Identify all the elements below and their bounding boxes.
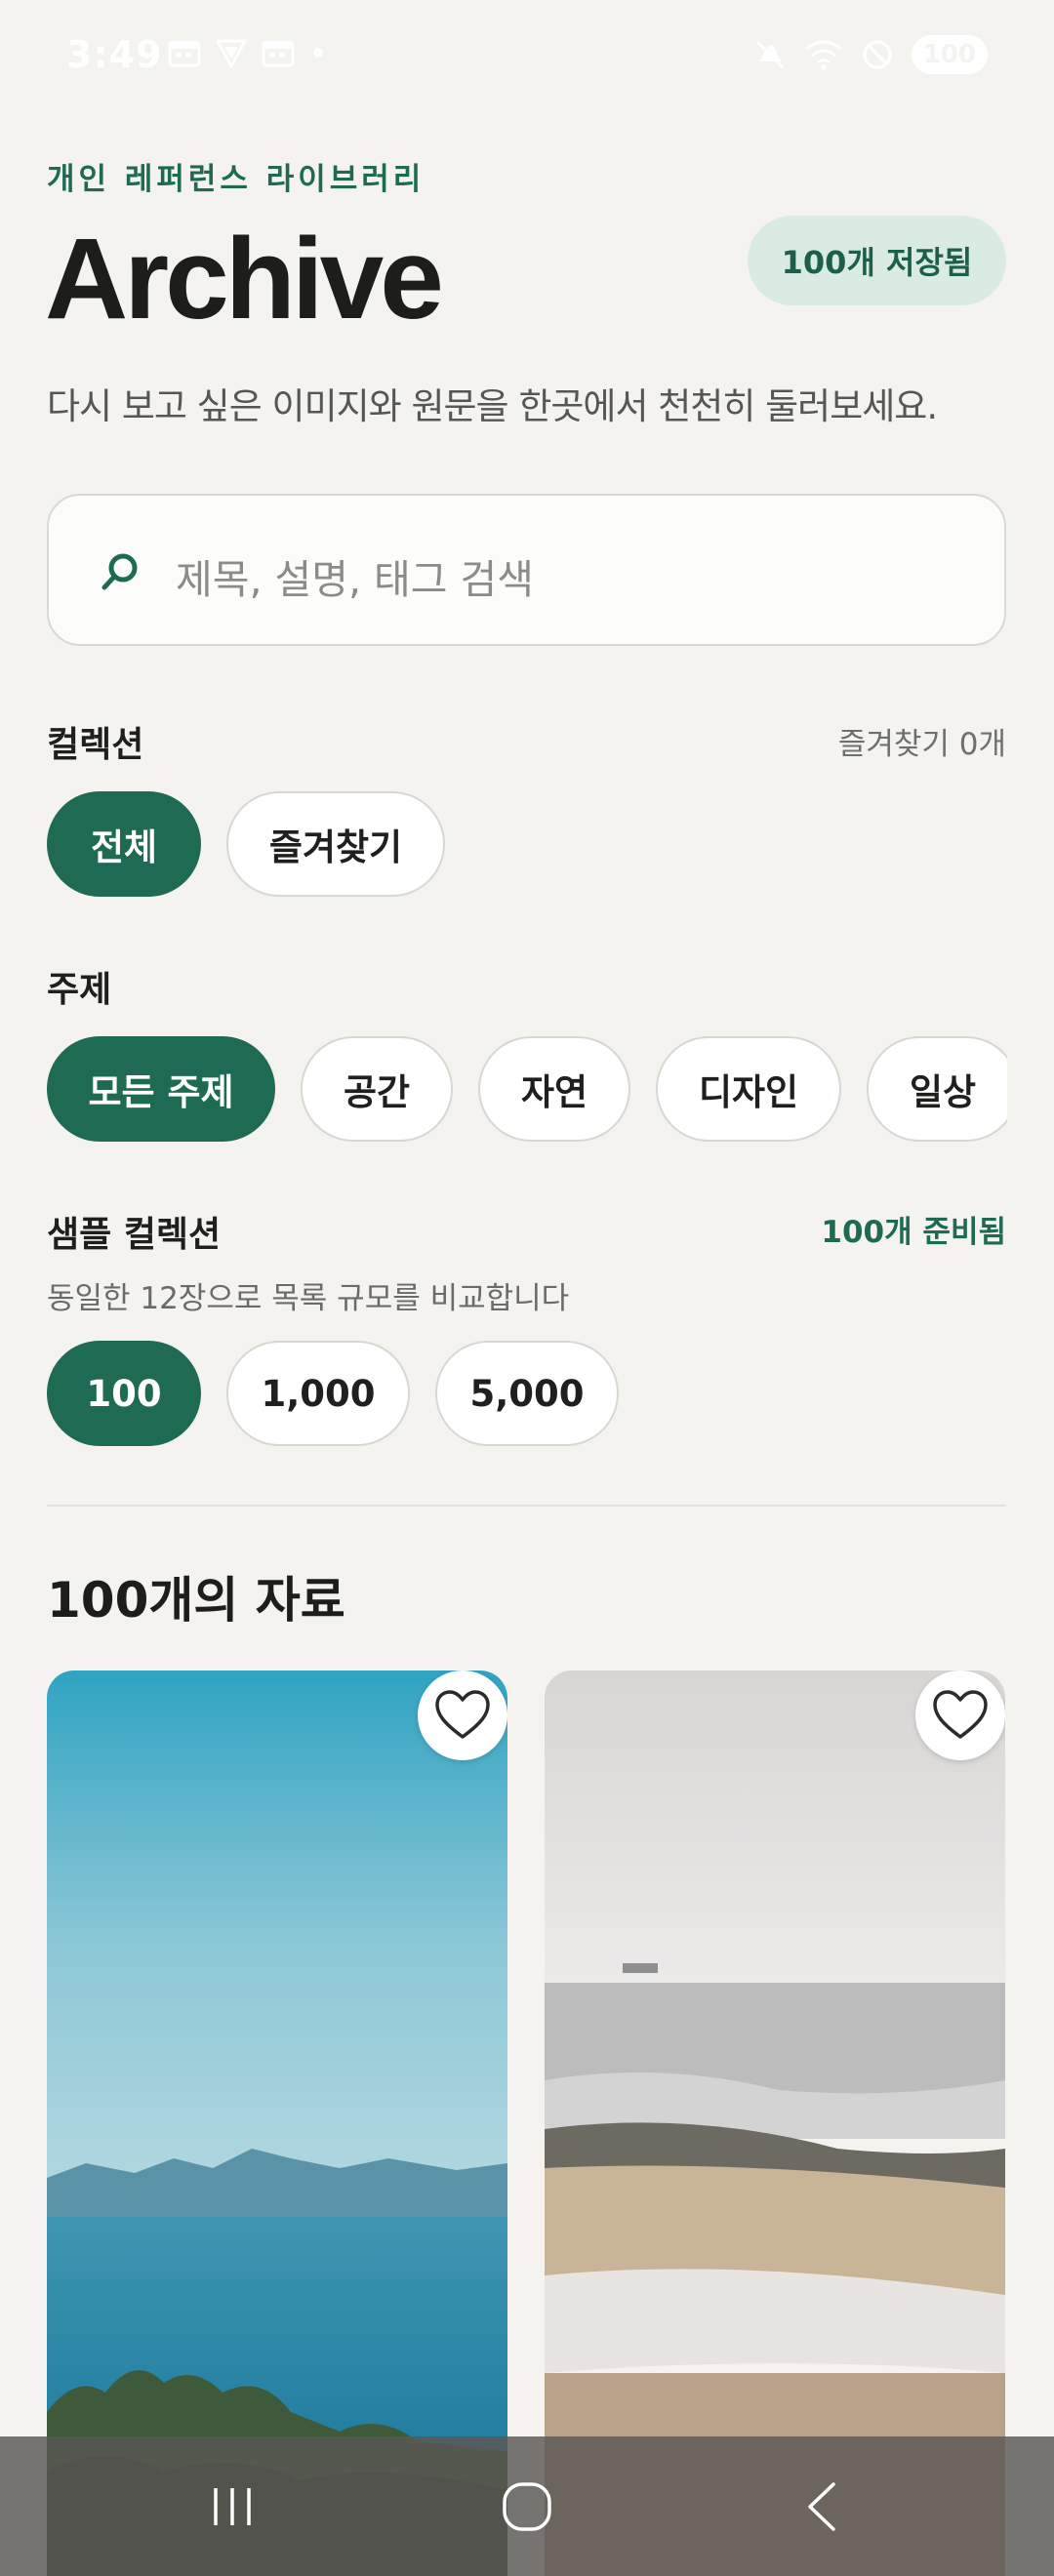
home-icon — [503, 2482, 551, 2531]
results-heading: 100개의 자료 — [47, 1572, 345, 1629]
recent-apps-button[interactable] — [193, 2477, 271, 2536]
chip-all-topics[interactable]: 모든 주제 — [47, 1036, 275, 1142]
saved-count-badge: 100개 저장됨 — [748, 216, 1006, 305]
dot-icon — [313, 48, 323, 58]
home-button[interactable] — [488, 2477, 566, 2536]
favorite-button[interactable] — [418, 1670, 507, 1760]
back-button[interactable] — [783, 2477, 861, 2536]
topic-label: 주제 — [47, 970, 112, 1010]
calendar-icon — [168, 40, 201, 67]
status-time: 3:49 — [66, 33, 163, 76]
sample-ready-count: 100개 준비됨 — [821, 1215, 1006, 1250]
collection-filter-chips: 전체 즐겨찾기 — [47, 791, 445, 897]
mute-icon — [755, 40, 784, 69]
search-input[interactable]: 제목, 설명, 태그 검색 — [47, 494, 1006, 646]
sample-collection-label: 샘플 컬렉션 — [47, 1215, 222, 1255]
chip-size-100[interactable]: 100 — [47, 1341, 201, 1446]
chip-space[interactable]: 공간 — [301, 1036, 453, 1142]
wifi-icon — [804, 40, 842, 70]
do-not-disturb-icon — [862, 40, 892, 69]
eyebrow-label: 개인 레퍼런스 라이브러리 — [47, 162, 426, 197]
chip-all[interactable]: 전체 — [47, 791, 201, 897]
collection-label: 컬렉션 — [47, 725, 144, 765]
status-bar: 3:49 100 — [0, 0, 1054, 112]
page-subtitle: 다시 보고 싶은 이미지와 원문을 한곳에서 천천히 둘러보세요. — [47, 385, 938, 427]
chip-size-5000[interactable]: 5,000 — [435, 1341, 619, 1446]
chip-favorites[interactable]: 즐겨찾기 — [226, 791, 445, 897]
sample-description: 동일한 12장으로 목록 규모를 비교합니다 — [47, 1281, 570, 1316]
recent-apps-icon — [214, 2488, 251, 2525]
favorites-count: 즐겨찾기 0개 — [837, 727, 1006, 762]
chip-design[interactable]: 디자인 — [656, 1036, 841, 1142]
topic-filter-chips: 모든 주제 공간 자연 디자인 일상 — [47, 1036, 1007, 1142]
system-navigation-bar — [0, 2436, 1054, 2576]
chip-daily[interactable]: 일상 — [867, 1036, 1007, 1142]
calendar-icon — [262, 40, 295, 67]
sample-size-chips: 100 1,000 5,000 — [47, 1341, 619, 1446]
system-icons: 100 — [753, 35, 988, 74]
search-placeholder: 제목, 설명, 태그 검색 — [176, 556, 534, 603]
notification-icons — [168, 37, 328, 68]
back-icon — [808, 2482, 835, 2531]
battery-icon: 100 — [911, 35, 988, 74]
page-title: Archive — [45, 215, 444, 343]
heart-outline-icon — [435, 1690, 490, 1739]
chip-nature[interactable]: 자연 — [478, 1036, 630, 1142]
heart-outline-icon — [933, 1690, 988, 1739]
favorite-button[interactable] — [915, 1670, 1005, 1760]
shield-icon — [216, 39, 247, 68]
search-icon — [101, 553, 138, 590]
section-divider — [47, 1505, 1006, 1507]
chip-size-1000[interactable]: 1,000 — [226, 1341, 410, 1446]
